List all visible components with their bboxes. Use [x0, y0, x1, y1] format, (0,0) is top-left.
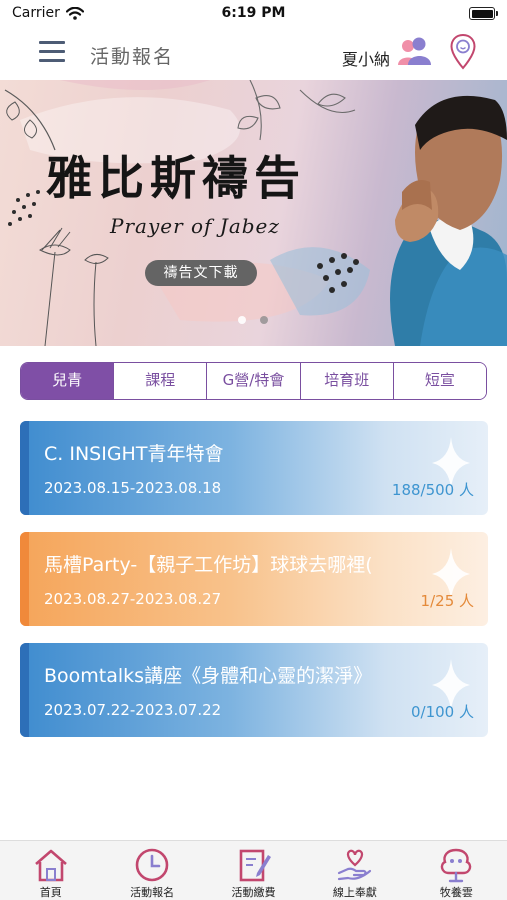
tab-camps-conferences[interactable]: G營/特會 [206, 363, 300, 399]
tree-icon [441, 848, 472, 883]
bottom-tab-event-registration[interactable]: 活動報名 [101, 841, 202, 900]
carousel-dot-2[interactable] [260, 316, 268, 324]
nav-bar: 活動報名 夏小納 [0, 28, 507, 80]
page-title: 活動報名 [90, 46, 175, 68]
tab-courses[interactable]: 課程 [113, 363, 207, 399]
user-name[interactable]: 夏小納 [342, 46, 390, 70]
activity-card[interactable]: 馬槽Party-【親子工作坊】球球去哪裡( 2023.08.27-2023.08… [20, 532, 488, 626]
tab-youth[interactable]: 兒青 [21, 363, 114, 399]
activity-registration-count: 0/100 人 [411, 703, 474, 721]
activity-date-range: 2023.08.15-2023.08.18 [44, 479, 222, 497]
home-icon [34, 849, 67, 882]
activity-title: Boomtalks講座《身體和心靈的潔淨》 [44, 665, 373, 687]
bottom-tab-home[interactable]: 首頁 [0, 841, 101, 900]
carousel-page-indicator[interactable] [238, 316, 268, 324]
hamburger-menu-icon[interactable] [39, 40, 65, 64]
banner-subtitle: Prayer of Jabez [110, 214, 280, 238]
banner-carousel[interactable]: 雅比斯禱告 Prayer of Jabez 禱告文下載 [0, 80, 507, 346]
bottom-tab-bar: 首頁 活動報名 活動繳費 線上奉獻 牧養雲 [0, 840, 507, 900]
card-accent-bar [20, 643, 29, 737]
heart-hand-icon [337, 849, 372, 881]
users-icon[interactable] [396, 36, 432, 66]
clock-time: 6:19 PM [221, 5, 286, 21]
activity-card[interactable]: C. INSIGHT青年特會 2023.08.15-2023.08.18 188… [20, 421, 488, 515]
bottom-tab-online-offering[interactable]: 線上奉獻 [304, 841, 405, 900]
activity-title: 馬槽Party-【親子工作坊】球球去哪裡( [44, 554, 373, 576]
banner-illustration [4, 80, 507, 346]
card-accent-bar [20, 421, 29, 515]
activity-date-range: 2023.08.27-2023.08.27 [44, 590, 222, 608]
bottom-tab-label: 線上奉獻 [332, 886, 377, 899]
card-accent-bar [20, 532, 29, 626]
bottom-tab-label: 首頁 [39, 886, 62, 899]
bottom-tab-label: 活動報名 [130, 886, 175, 899]
activity-registration-count: 188/500 人 [391, 481, 474, 499]
status-bar: Carrier 6:19 PM [0, 0, 507, 28]
bottom-tab-label: 牧養雲 [439, 886, 473, 899]
prayer-download-button[interactable]: 禱告文下載 [145, 260, 257, 286]
activity-title: C. INSIGHT青年特會 [44, 443, 224, 465]
bottom-tab-event-payment[interactable]: 活動繳費 [203, 841, 304, 900]
tab-training-class[interactable]: 培育班 [299, 363, 393, 399]
clock-icon [135, 848, 169, 882]
activity-date-range: 2023.07.22-2023.07.22 [44, 701, 222, 719]
activity-registration-count: 1/25 人 [420, 592, 474, 610]
edit-document-icon [239, 849, 271, 882]
battery-icon [469, 7, 498, 20]
location-pin-icon[interactable] [450, 34, 476, 70]
banner-title: 雅比斯禱告 [46, 151, 306, 205]
activity-card[interactable]: Boomtalks講座《身體和心靈的潔淨》 2023.07.22-2023.07… [20, 643, 488, 737]
tab-short-term-mission[interactable]: 短宣 [392, 363, 486, 399]
carousel-dot-1[interactable] [238, 316, 246, 324]
category-tabs: 兒青 課程 G營/特會 培育班 短宣 [20, 362, 487, 400]
bottom-tab-pastoral-cloud[interactable]: 牧養雲 [406, 841, 507, 900]
bottom-tab-label: 活動繳費 [231, 886, 276, 899]
